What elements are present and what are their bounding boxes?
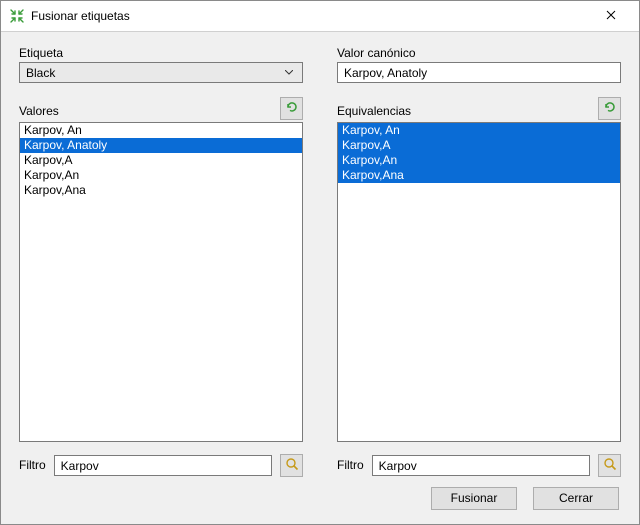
- equivalences-filter-search-button[interactable]: [598, 454, 621, 477]
- merge-tags-dialog: Fusionar etiquetas Etiqueta Black: [0, 0, 640, 525]
- canonical-label: Valor canónico: [337, 46, 621, 60]
- list-item[interactable]: Karpov, Anatoly: [20, 138, 302, 153]
- equivalences-label: Equivalencias: [337, 104, 411, 118]
- close-icon: [606, 9, 616, 23]
- chevron-down-icon: [282, 70, 296, 75]
- values-list[interactable]: Karpov, AnKarpov, AnatolyKarpov,AKarpov,…: [19, 122, 303, 442]
- merge-icon: [9, 8, 25, 24]
- tag-label: Etiqueta: [19, 46, 303, 60]
- list-item[interactable]: Karpov,A: [20, 153, 302, 168]
- window-title: Fusionar etiquetas: [31, 9, 591, 23]
- list-item[interactable]: Karpov, An: [338, 123, 620, 138]
- tag-select[interactable]: Black: [19, 62, 303, 83]
- search-icon: [285, 457, 299, 474]
- list-item[interactable]: Karpov,An: [20, 168, 302, 183]
- tag-select-value: Black: [26, 66, 282, 80]
- equivalences-list[interactable]: Karpov, AnKarpov,AKarpov,AnKarpov,Ana: [337, 122, 621, 442]
- merge-button[interactable]: Fusionar: [431, 487, 517, 510]
- values-label: Valores: [19, 104, 59, 118]
- dialog-buttons: Fusionar Cerrar: [19, 487, 621, 510]
- list-item[interactable]: Karpov,Ana: [338, 168, 620, 183]
- list-item[interactable]: Karpov,An: [338, 153, 620, 168]
- equivalences-filter-row: Filtro: [337, 454, 621, 477]
- refresh-icon: [603, 100, 617, 117]
- refresh-values-button[interactable]: [280, 97, 303, 120]
- canonical-input[interactable]: [337, 62, 621, 83]
- equivalences-header: Equivalencias: [337, 97, 621, 120]
- search-icon: [603, 457, 617, 474]
- values-filter-row: Filtro: [19, 454, 303, 477]
- list-item[interactable]: Karpov,Ana: [20, 183, 302, 198]
- values-filter-input[interactable]: [54, 455, 272, 476]
- panels: Etiqueta Black Valores: [19, 46, 621, 477]
- list-item[interactable]: Karpov,A: [338, 138, 620, 153]
- list-item[interactable]: Karpov, An: [20, 123, 302, 138]
- values-filter-label: Filtro: [19, 458, 46, 472]
- equivalences-filter-input[interactable]: [372, 455, 590, 476]
- refresh-equivalences-button[interactable]: [598, 97, 621, 120]
- equivalences-filter-label: Filtro: [337, 458, 364, 472]
- close-button[interactable]: [591, 1, 631, 31]
- close-dialog-button[interactable]: Cerrar: [533, 487, 619, 510]
- titlebar: Fusionar etiquetas: [1, 1, 639, 32]
- values-header: Valores: [19, 97, 303, 120]
- refresh-icon: [285, 100, 299, 117]
- values-filter-search-button[interactable]: [280, 454, 303, 477]
- left-panel: Etiqueta Black Valores: [19, 46, 303, 477]
- right-panel: Valor canónico Equivalencias Karpov, AnK…: [337, 46, 621, 477]
- dialog-body: Etiqueta Black Valores: [1, 32, 639, 524]
